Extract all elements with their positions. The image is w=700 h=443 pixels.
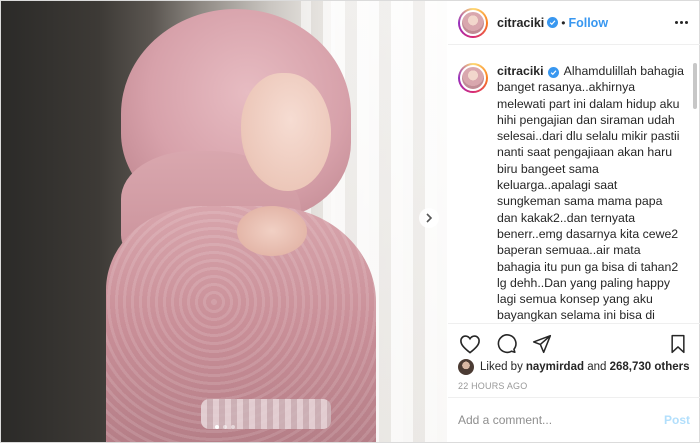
carousel-next-button[interactable] (419, 208, 439, 228)
likes-summary: Liked by naymirdad and 268,730 others (458, 359, 690, 375)
avatar-image (460, 65, 486, 91)
likes-count-link[interactable]: 268,730 others (610, 361, 690, 373)
follow-button[interactable]: Follow (568, 16, 608, 30)
carousel-indicator (215, 425, 235, 429)
carousel-dot (231, 425, 235, 429)
more-options-icon[interactable] (675, 21, 688, 24)
comment-bar: Post (448, 397, 700, 442)
likes-middle: and (584, 361, 610, 373)
share-icon[interactable] (530, 332, 554, 356)
post-header: citraciki • Follow (448, 1, 700, 45)
separator-dot: • (561, 15, 566, 30)
comment-input[interactable] (458, 413, 664, 427)
liker-avatar[interactable] (458, 359, 474, 375)
face (241, 73, 331, 191)
post-comment-button[interactable]: Post (664, 413, 690, 427)
caption-username[interactable]: citraciki (497, 64, 544, 78)
bookmark-icon[interactable] (666, 332, 690, 356)
post-photo[interactable] (1, 1, 447, 442)
avatar-image (460, 9, 486, 36)
heart-icon[interactable] (458, 332, 482, 356)
post-timestamp[interactable]: 22 HOURS AGO (458, 381, 527, 391)
carousel-dot-active (215, 425, 219, 429)
liked-by-user-link[interactable]: naymirdad (526, 361, 584, 373)
caption-avatar[interactable] (458, 63, 488, 93)
comment-icon[interactable] (494, 332, 518, 356)
post-sidebar: citraciki • Follow citraciki Alhamdulill… (448, 1, 700, 442)
action-bar (448, 323, 700, 363)
instagram-post: citraciki • Follow citraciki Alhamdulill… (0, 0, 700, 443)
caption-text: citraciki Alhamdulillah bahagia banget r… (497, 63, 684, 323)
hands (237, 206, 307, 256)
profile-avatar[interactable] (458, 7, 488, 38)
caption-scrollbar[interactable] (693, 63, 697, 109)
likes-prefix: Liked by (480, 361, 523, 373)
caption-section: citraciki Alhamdulillah bahagia banget r… (448, 53, 688, 323)
verified-badge-icon (547, 67, 559, 78)
verified-badge-icon (547, 17, 559, 28)
caption-body: Alhamdulillah bahagia banget rasanya..ak… (497, 64, 684, 323)
chevron-right-icon (426, 213, 433, 223)
carousel-dot (223, 425, 227, 429)
username-link[interactable]: citraciki (497, 16, 544, 30)
